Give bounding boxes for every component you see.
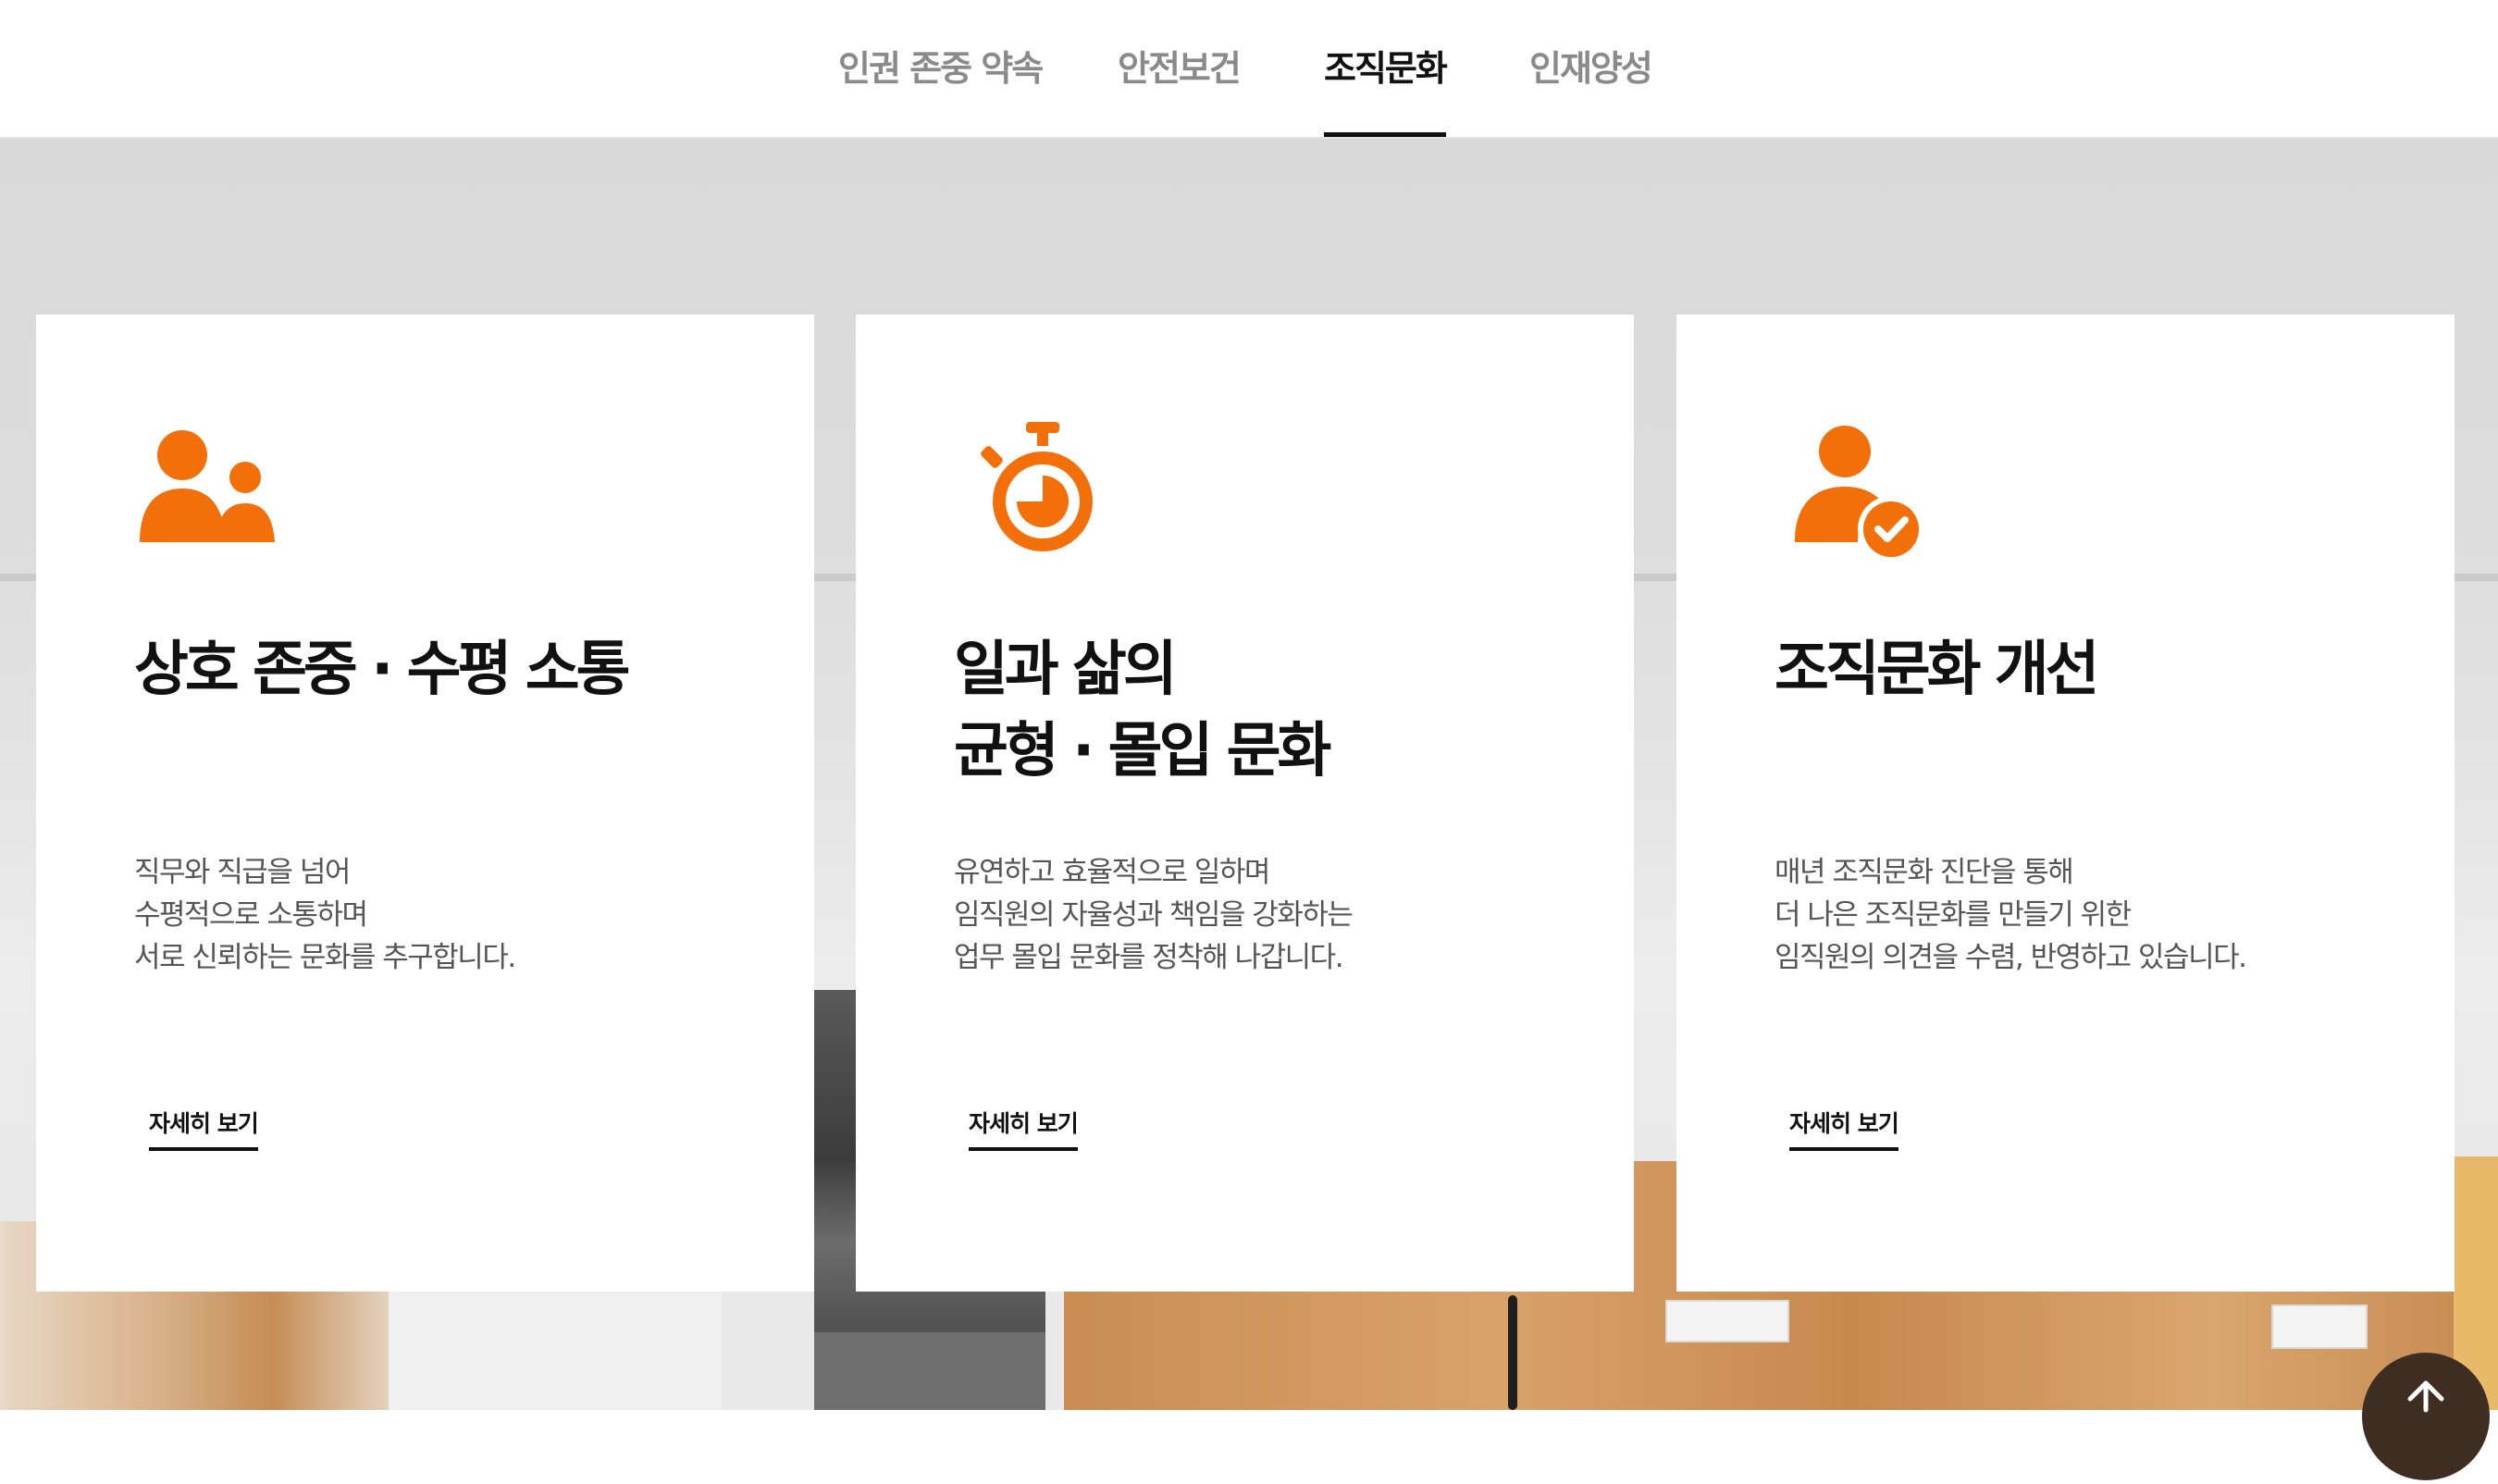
card-title: 조직문화 개선 xyxy=(1775,636,2100,704)
card-title: 일과 삶의 균형 · 몰입 문화 xyxy=(954,636,1331,785)
card-mutual-respect: 상호 존중 · 수평 소통 직무와 직급을 넘어 수평적으로 소통하며 서로 신… xyxy=(36,315,814,1292)
tab-talent-development[interactable]: 인재양성 xyxy=(1529,41,1653,96)
active-tab-indicator xyxy=(1324,132,1446,137)
card-description: 매년 조직문화 진단을 통해 더 나은 조직문화를 만들기 위한 임직원의 의견… xyxy=(1775,856,2247,974)
card-title: 상호 존중 · 수평 소통 xyxy=(134,636,630,704)
people-icon xyxy=(140,430,275,542)
card-work-life-balance: 일과 삶의 균형 · 몰입 문화 유연하고 효율적으로 일하며 임직원의 자율성… xyxy=(856,315,1634,1292)
card-description: 직무와 직급을 넘어 수평적으로 소통하며 서로 신뢰하는 문화를 추구합니다. xyxy=(134,856,516,974)
section-tab-bar: 인권 존중 약속 안전보건 조직문화 인재양성 xyxy=(0,0,2498,139)
tab-human-rights[interactable]: 인권 존중 약속 xyxy=(838,41,1044,96)
scroll-top-button[interactable] xyxy=(2362,1353,2490,1480)
arrow-up-icon xyxy=(2407,1380,2444,1413)
tab-safety-health[interactable]: 안전보건 xyxy=(1118,41,1242,96)
tab-organizational-culture[interactable]: 조직문화 xyxy=(1324,41,1448,96)
view-details-link[interactable]: 자세히 보기 xyxy=(149,1110,259,1151)
view-details-link[interactable]: 자세히 보기 xyxy=(969,1110,1079,1151)
user-check-icon xyxy=(1795,426,1924,563)
view-details-link[interactable]: 자세히 보기 xyxy=(1789,1110,1899,1151)
stopwatch-icon xyxy=(981,422,1093,551)
card-description: 유연하고 효율적으로 일하며 임직원의 자율성과 책임을 강화하는 업무 몰입 … xyxy=(954,856,1354,974)
card-culture-improvement: 조직문화 개선 매년 조직문화 진단을 통해 더 나은 조직문화를 만들기 위한… xyxy=(1676,315,2455,1292)
